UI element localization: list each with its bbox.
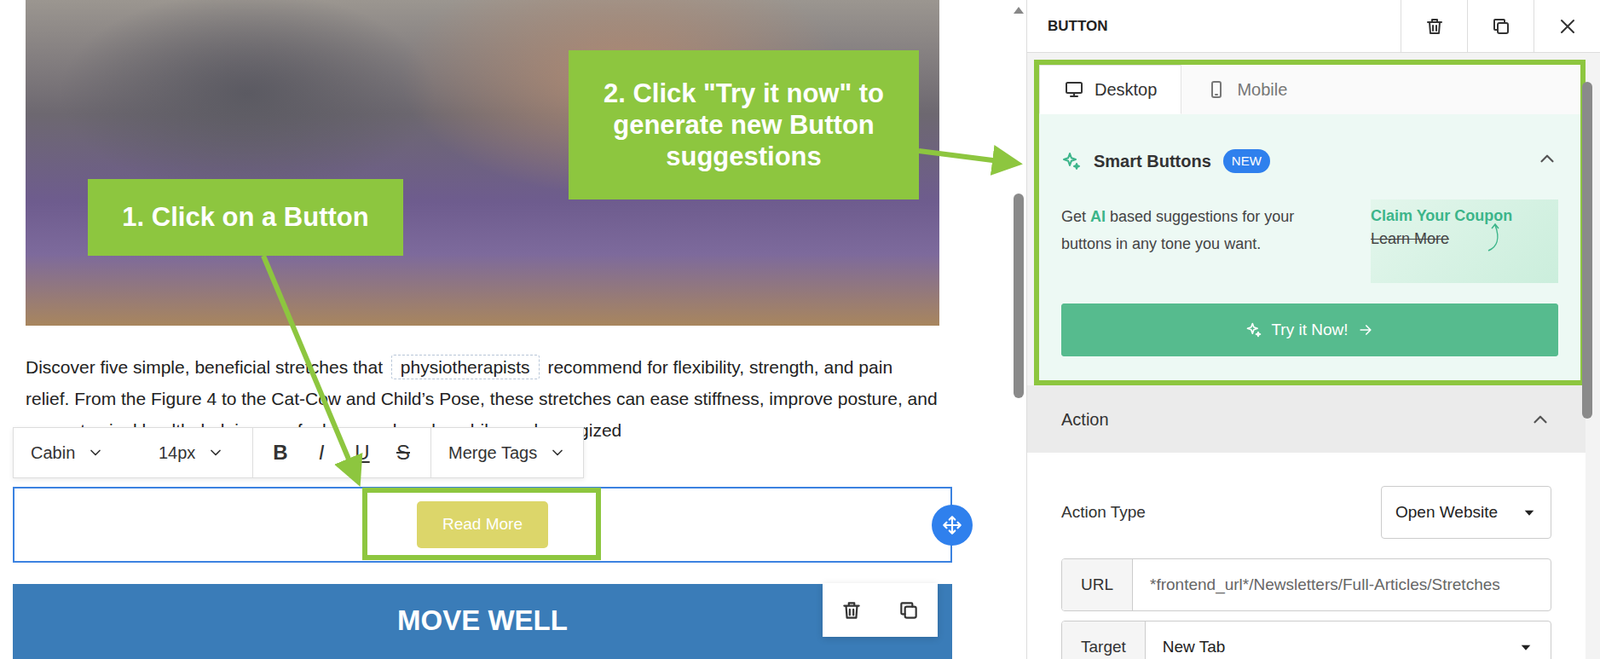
action-type-select[interactable]: Open Website [1380,485,1552,539]
field-label: Target [1080,635,1127,659]
curved-arrow-icon [1484,219,1508,255]
action-header[interactable]: Action [1027,385,1586,453]
section-heading[interactable]: MOVE WELL [12,583,953,659]
field-label: URL [1080,572,1114,598]
format-button[interactable]: B [261,437,300,468]
chevron-down-icon [86,444,104,462]
chevron-up-icon [1529,408,1552,431]
copy-icon [1490,16,1512,37]
callout: 1. Click on a Button [87,179,404,256]
text-run: Get [1061,207,1091,226]
close-icon [1557,16,1578,37]
delete-button[interactable] [1400,0,1468,52]
panel-scrollbar[interactable] [1582,81,1593,419]
new-badge: NEW [1223,149,1271,174]
preview-primary: Claim Your Coupon [1370,207,1513,225]
duplicate-block-button[interactable] [897,599,920,622]
field-label: Action Type [1061,500,1146,526]
canvas-scrollbar[interactable] [1010,0,1027,659]
text-run: Discover five simple, beneficial stretch… [25,357,388,377]
action-section: Action Action Type Open Website URL *fronten… [1027,385,1586,659]
select-value: Open Website [1395,500,1498,526]
smart-buttons-description: Get AI based suggestions for your button… [1061,199,1335,258]
collapse-toggle[interactable] [1536,147,1559,170]
chevron-down-icon [548,444,567,462]
target-select[interactable]: Target New Tab [1061,620,1552,659]
read-more-button[interactable]: Read More [416,501,549,549]
caret-down-icon [1521,504,1537,520]
format-button[interactable]: U [343,437,382,468]
move-handle[interactable] [931,504,973,546]
tab-label: Mobile [1236,76,1288,103]
close-button[interactable] [1533,0,1600,52]
delete-block-button[interactable] [840,599,863,622]
smart-preview: Claim Your Coupon Learn More [1370,199,1559,284]
caret-down-icon [1518,639,1534,655]
arrow-right-icon [1357,321,1375,339]
device-tab[interactable]: Desktop [1039,64,1182,115]
try-it-now-button[interactable]: Try it Now! [1061,303,1559,357]
try-it-now-label: Try it Now! [1270,317,1348,343]
format-button[interactable]: I [302,437,341,468]
button-block[interactable]: Cabin14pxBIUSMerge TagsRead More [12,486,953,563]
chevron-down-icon [207,444,225,462]
callout: 2. Click "Try it now" to generate new Bu… [568,50,919,200]
device-tab[interactable]: Mobile [1181,64,1312,115]
desktop-icon [1063,79,1085,100]
collapse-toggle[interactable] [1529,408,1552,431]
smart-buttons-title: Smart Buttons [1093,148,1212,174]
move-icon [941,514,964,537]
merge-tag[interactable]: physiotherapists [391,354,540,380]
font-size: 14px [158,439,196,466]
merge-tags-select[interactable]: Merge Tags [430,427,584,478]
smart-buttons-panel: Smart Buttons NEW Get AI based suggestions… [1039,114,1581,381]
device-tabs: Desktop Mobile [1039,64,1581,115]
panel-title: BUTTON [1047,15,1109,38]
size-select[interactable]: 14px [141,427,253,478]
preview-secondary: Learn More [1370,230,1450,248]
trash-icon [840,599,863,622]
chevron-up-icon [1536,147,1559,170]
format-toolbar: Cabin 14px BIUS Merge Tags [12,427,584,479]
trash-icon [1424,16,1445,37]
tab-label: Desktop [1094,76,1157,103]
block-tools [822,583,938,637]
smart-buttons-frame: Desktop Mobile Smart Buttons NEW Get AI base… [1033,59,1586,386]
field-value[interactable]: *frontend_url*/Newsletters/Full-Articles… [1149,572,1501,598]
font-name: Cabin [30,439,76,466]
merge-tags-label: Merge Tags [448,439,538,466]
font-select[interactable]: Cabin [13,427,142,478]
duplicate-button[interactable] [1467,0,1534,52]
field-value[interactable]: New Tab [1162,635,1226,659]
mobile-icon [1206,79,1227,100]
format-button[interactable]: S [384,437,422,468]
url-field[interactable]: URL *frontend_url*/Newsletters/Full-Artic… [1061,558,1552,612]
action-title: Action [1061,406,1110,433]
ai-label: AI [1090,207,1106,226]
properties-panel: BUTTON Desktop Mobile Smart Buttons NEW Get A… [1026,0,1600,659]
sparkle-icon [1245,321,1263,339]
action-type-row: Action Type Open Website [1061,452,1552,539]
sparkle-icon [1061,150,1082,172]
copy-icon [897,599,920,622]
